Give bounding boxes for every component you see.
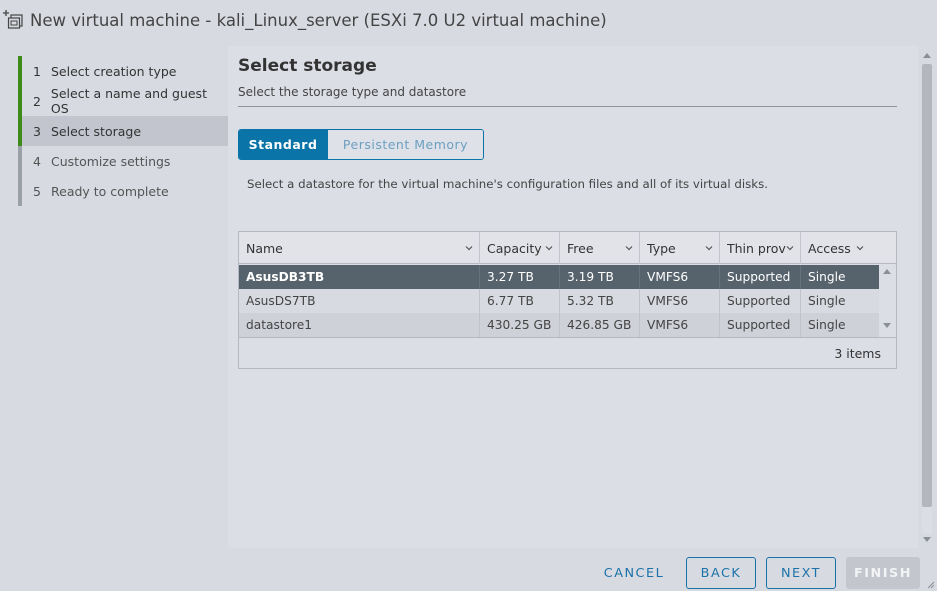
table-footer: 3 items [239,337,896,368]
storage-type-toggle: Standard Persistent Memory [238,129,484,160]
column-header-label: Name [246,240,283,256]
column-header-access[interactable]: Access [801,232,879,264]
cell-free: 5.32 TB [560,289,640,313]
cell-access: Single [808,294,846,308]
scrollbar-thumb[interactable] [922,64,932,507]
back-button[interactable]: BACK [686,557,756,589]
dialog-scrollbar[interactable] [918,46,937,548]
item-count: 3 items [834,346,881,361]
standard-storage-button[interactable]: Standard [239,130,327,159]
scroll-down-arrow-icon[interactable] [883,323,891,328]
chevron-down-icon [545,246,553,251]
step-label: Select storage [51,123,142,139]
cell-free: 3.19 TB [560,265,640,289]
new-vm-icon [2,8,24,30]
step-status-bar [18,146,22,176]
page-subtitle: Select the storage type and datastore [238,85,467,99]
column-header-label: Free [567,240,594,256]
cell-capacity: 6.77 TB [480,289,560,313]
wizard-step-select-storage[interactable]: 3 Select storage [18,116,228,146]
column-header-free[interactable]: Free [560,232,640,264]
wizard-steps: 1 Select creation type 2 Select a name a… [0,46,228,548]
column-header-name[interactable]: Name [239,232,480,264]
dialog-title: New virtual machine - kali_Linux_server … [30,11,607,30]
table-row[interactable]: datastore1 430.25 GB 426.85 GB VMFS6 Sup… [239,313,879,337]
wizard-step-customize-settings[interactable]: 4 Customize settings [18,146,228,176]
column-header-label: Access [808,240,851,256]
scroll-up-arrow-icon[interactable] [883,269,891,274]
cell-name: AsusDB3TB [239,265,480,289]
persistent-memory-button[interactable]: Persistent Memory [327,130,483,159]
step-label: Ready to complete [51,183,169,199]
step-number: 2 [33,93,41,109]
dialog-footer: CANCEL BACK NEXT FINISH [0,548,937,591]
datastore-description: Select a datastore for the virtual machi… [247,177,769,191]
cell-access: Single [808,318,846,332]
step-status-bar [18,176,22,206]
chevron-down-icon [786,246,794,251]
chevron-down-icon [705,246,713,251]
cell-name: AsusDS7TB [239,289,480,313]
step-label: Select a name and guest OS [50,86,207,116]
table-row[interactable]: AsusDB3TB 3.27 TB 3.19 TB VMFS6 Supporte… [239,265,879,289]
step-number: 1 [33,63,41,79]
column-header-label: Capacity [487,240,542,256]
divider [238,106,897,107]
column-header-label: Thin provisioning [727,240,786,256]
cancel-button[interactable]: CANCEL [598,557,670,589]
step-status-bar [18,116,22,146]
step-number: 4 [33,153,41,169]
cell-name: datastore1 [239,313,480,337]
cell-thin-provisioning: Supported [720,313,801,337]
chevron-down-icon [465,246,473,251]
finish-button[interactable]: FINISH [846,557,920,589]
cell-thin-provisioning: Supported [720,265,801,289]
wizard-step-select-name-guest-os[interactable]: 2 Select a name and guest OS [18,86,228,116]
step-label: Select creation type [51,63,177,79]
step-number: 5 [33,183,41,199]
column-header-type[interactable]: Type [640,232,720,264]
cell-type: VMFS6 [640,265,720,289]
cell-access: Single [808,270,846,284]
scroll-down-arrow-icon[interactable] [923,537,931,542]
table-header: Name Capacity Free Type Thin provisionin… [239,232,896,264]
page-title: Select storage [238,56,377,76]
table-row[interactable]: AsusDS7TB 6.77 TB 5.32 TB VMFS6 Supporte… [239,289,879,313]
cell-type: VMFS6 [640,313,720,337]
cell-capacity: 3.27 TB [480,265,560,289]
column-header-label: Type [647,240,676,256]
next-button[interactable]: NEXT [766,557,836,589]
wizard-step-ready-to-complete[interactable]: 5 Ready to complete [18,176,228,206]
dialog-titlebar: New virtual machine - kali_Linux_server … [0,0,937,46]
scroll-up-arrow-icon[interactable] [923,53,931,58]
column-header-thin-provisioning[interactable]: Thin provisioning [720,232,801,264]
cell-capacity: 430.25 GB [480,313,560,337]
table-scrollbar[interactable] [879,265,896,337]
chevron-down-icon [625,246,633,251]
step-status-bar [18,56,22,86]
chevron-down-icon [856,246,864,251]
step-number: 3 [33,123,41,139]
cell-thin-provisioning: Supported [720,289,801,313]
cell-free: 426.85 GB [560,313,640,337]
datastore-table: Name Capacity Free Type Thin provisionin… [238,231,897,369]
resize-grip-icon[interactable] [927,581,935,589]
step-label: Customize settings [51,153,171,169]
column-header-capacity[interactable]: Capacity [480,232,560,264]
wizard-step-select-creation-type[interactable]: 1 Select creation type [18,56,228,86]
cell-type: VMFS6 [640,289,720,313]
step-status-bar [18,86,22,116]
main-panel: Select storage Select the storage type a… [228,46,918,548]
